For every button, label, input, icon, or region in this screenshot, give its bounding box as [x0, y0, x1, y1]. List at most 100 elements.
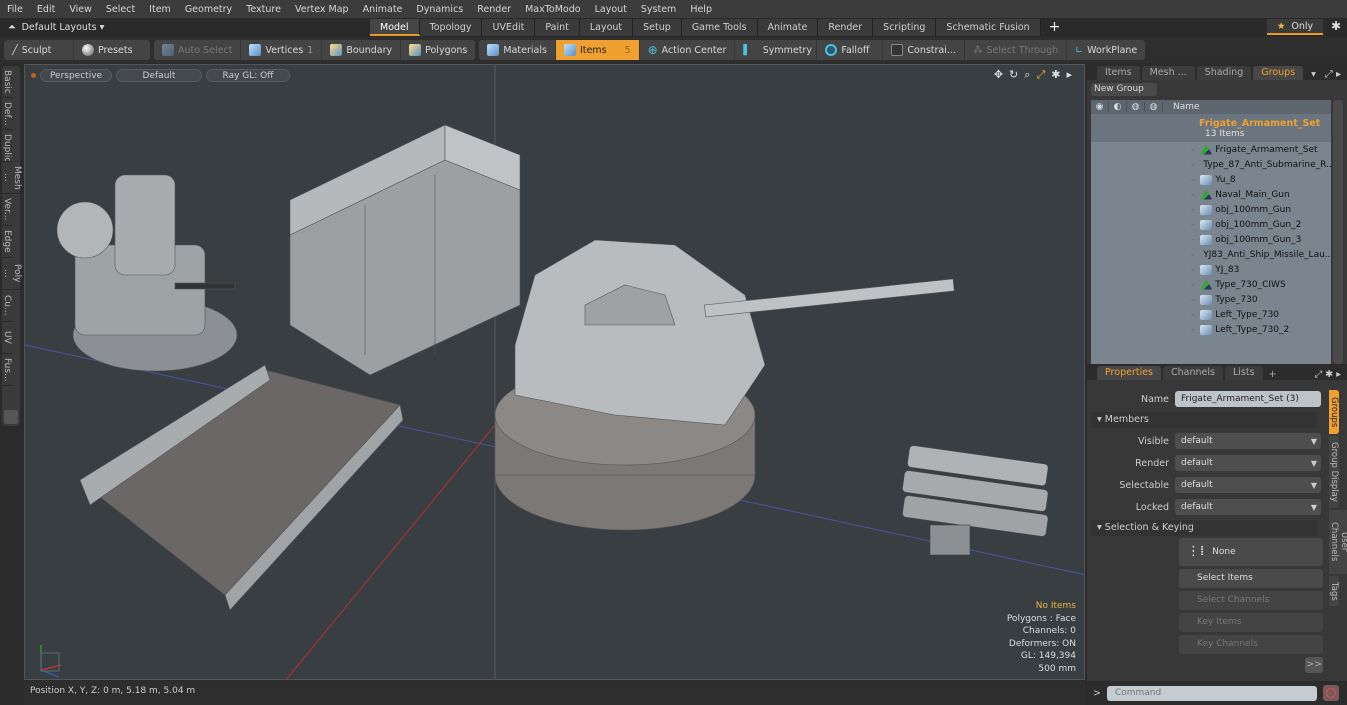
- pan-icon[interactable]: ✥: [994, 68, 1003, 82]
- polygons-button[interactable]: Polygons: [401, 40, 475, 60]
- falloff-button[interactable]: Falloff: [817, 40, 884, 60]
- tab-vertex[interactable]: Ver...: [2, 194, 12, 226]
- tab-fusion[interactable]: Fus...: [2, 354, 12, 386]
- viewport-gear-icon[interactable]: ✱: [1051, 68, 1060, 82]
- tab-items[interactable]: Items: [1097, 66, 1140, 80]
- workplane-button[interactable]: ∟ WorkPlane: [1067, 40, 1145, 60]
- menu-animate[interactable]: Animate: [356, 4, 410, 15]
- command-input[interactable]: [1106, 685, 1317, 701]
- tab-paint[interactable]: Paint: [535, 19, 580, 36]
- menu-edit[interactable]: Edit: [30, 4, 62, 15]
- tab-deform[interactable]: Def...: [2, 98, 12, 130]
- tab-mesh[interactable]: Mesh ...: [2, 162, 22, 194]
- key-items-button[interactable]: Key Items: [1179, 613, 1323, 632]
- tab-edge[interactable]: Edge: [2, 226, 12, 258]
- side-tab-groups[interactable]: Groups: [1329, 390, 1339, 434]
- render-dropdown[interactable]: default ▼: [1175, 455, 1321, 471]
- layouts-dropdown[interactable]: Default Layouts ▾: [22, 22, 105, 33]
- tab-polygon[interactable]: Poly ...: [2, 258, 22, 290]
- menu-help[interactable]: Help: [683, 4, 719, 15]
- menu-render[interactable]: Render: [470, 4, 518, 15]
- tab-game-tools[interactable]: Game Tools: [681, 19, 758, 36]
- gear-icon[interactable]: ✱: [1331, 19, 1341, 33]
- none-button[interactable]: ⋮⁞ None: [1179, 538, 1323, 566]
- locked-dropdown[interactable]: default ▼: [1175, 499, 1321, 515]
- group-item-row[interactable]: - obj_100mm_Gun_2: [1091, 217, 1331, 232]
- upload-icon[interactable]: ⏶: [8, 22, 16, 33]
- select-column-icon[interactable]: ◍: [1145, 102, 1163, 112]
- group-item-row[interactable]: - obj_100mm_Gun_3: [1091, 232, 1331, 247]
- side-tab-tags[interactable]: Tags: [1329, 576, 1339, 606]
- 3d-viewport[interactable]: Perspective Default Ray GL: Off ✥ ↻ ⌕ ⤢ …: [24, 64, 1085, 680]
- tab-topology[interactable]: Topology: [419, 19, 483, 36]
- zoom-icon[interactable]: ⌕: [1024, 68, 1030, 82]
- only-toggle[interactable]: ★ Only: [1267, 19, 1323, 35]
- tab-duplicate[interactable]: Duplic...: [2, 130, 12, 162]
- menu-select[interactable]: Select: [99, 4, 142, 15]
- group-item-row[interactable]: - Left_Type_730: [1091, 307, 1331, 322]
- properties-gear-icon[interactable]: ⤢ ✱ ▸: [1315, 369, 1347, 380]
- group-item-row[interactable]: - Left_Type_730_2: [1091, 322, 1331, 337]
- select-channels-button[interactable]: Select Channels: [1179, 591, 1323, 610]
- name-column-header[interactable]: Name: [1163, 102, 1200, 112]
- sculpt-button[interactable]: ╱ Sculpt: [4, 40, 74, 60]
- tab-animate[interactable]: Animate: [757, 19, 819, 36]
- menu-view[interactable]: View: [62, 4, 99, 15]
- tab-setup[interactable]: Setup: [633, 19, 682, 36]
- tab-basic[interactable]: Basic: [2, 66, 12, 98]
- tab-groups[interactable]: Groups: [1253, 66, 1304, 80]
- constraints-button[interactable]: Constrai...: [883, 40, 965, 60]
- tab-model[interactable]: Model: [370, 19, 420, 36]
- menu-geometry[interactable]: Geometry: [178, 4, 239, 15]
- group-item-row[interactable]: - Yu_8: [1091, 172, 1331, 187]
- tab-lists[interactable]: Lists: [1224, 366, 1263, 380]
- tool-palette-toggle[interactable]: [4, 410, 18, 424]
- tab-uv[interactable]: UV: [2, 322, 12, 354]
- items-button[interactable]: Items 5: [555, 40, 640, 60]
- group-item-row[interactable]: - obj_100mm_Gun: [1091, 202, 1331, 217]
- new-group-button[interactable]: New Group: [1091, 83, 1157, 96]
- tab-channels[interactable]: Channels: [1163, 366, 1223, 380]
- render-column-icon[interactable]: ◐: [1109, 102, 1127, 112]
- panel-expand-icon[interactable]: ⤢ ▸: [1325, 69, 1347, 80]
- presets-button[interactable]: Presets: [74, 40, 141, 60]
- action-center-button[interactable]: ⊕ Action Center: [640, 40, 736, 60]
- side-tab-user-channels[interactable]: User Channels: [1329, 510, 1347, 574]
- menu-texture[interactable]: Texture: [239, 4, 288, 15]
- lock-column-icon[interactable]: ◍: [1127, 102, 1145, 112]
- tab-curve[interactable]: Cu...: [2, 290, 12, 322]
- tab-scripting[interactable]: Scripting: [873, 19, 937, 36]
- group-row[interactable]: Frigate_Armament_Set 13 Items: [1091, 114, 1331, 142]
- tab-mesh[interactable]: Mesh ...: [1141, 66, 1195, 80]
- group-item-row[interactable]: - Frigate_Armament_Set: [1091, 142, 1331, 157]
- tab-layout[interactable]: Layout: [579, 19, 634, 36]
- group-item-row[interactable]: - YJ83_Anti_Ship_Missile_Lau...: [1091, 247, 1331, 262]
- group-item-row[interactable]: - Type_730_CIWS: [1091, 277, 1331, 292]
- select-through-button[interactable]: ⁂ Select Through: [965, 40, 1068, 60]
- raygl-button[interactable]: Ray GL: Off: [206, 68, 290, 82]
- tab-schematic-fusion[interactable]: Schematic Fusion: [936, 19, 1041, 36]
- symmetry-button[interactable]: ▌ Symmetry: [735, 40, 818, 60]
- members-section[interactable]: ▾ Members: [1091, 412, 1317, 428]
- side-tab-group-display[interactable]: Group Display: [1329, 436, 1339, 508]
- menu-dynamics[interactable]: Dynamics: [409, 4, 470, 15]
- menu-maxtomodo[interactable]: MaxToModo: [518, 4, 588, 15]
- viewport-menu-dot[interactable]: [31, 72, 36, 78]
- view-type-button[interactable]: Perspective: [40, 68, 112, 82]
- record-button[interactable]: [1322, 685, 1339, 701]
- rotate-icon[interactable]: ↻: [1009, 68, 1018, 82]
- select-items-button[interactable]: Select Items: [1179, 569, 1323, 588]
- group-item-row[interactable]: - Type_730: [1091, 292, 1331, 307]
- more-button[interactable]: >>: [1305, 657, 1323, 673]
- tab-shading[interactable]: Shading: [1196, 66, 1252, 80]
- menu-layout[interactable]: Layout: [588, 4, 634, 15]
- visible-dropdown[interactable]: default ▼: [1175, 433, 1321, 449]
- vertices-button[interactable]: Vertices 1: [241, 40, 323, 60]
- shading-button[interactable]: Default: [116, 68, 202, 82]
- boundary-button[interactable]: Boundary: [322, 40, 402, 60]
- selection-keying-section[interactable]: ▾ Selection & Keying: [1091, 520, 1317, 536]
- group-item-row[interactable]: - Type_87_Anti_Submarine_R...: [1091, 157, 1331, 172]
- menu-item[interactable]: Item: [142, 4, 178, 15]
- group-item-row[interactable]: - Naval_Main_Gun: [1091, 187, 1331, 202]
- groups-scrollbar[interactable]: [1333, 100, 1343, 364]
